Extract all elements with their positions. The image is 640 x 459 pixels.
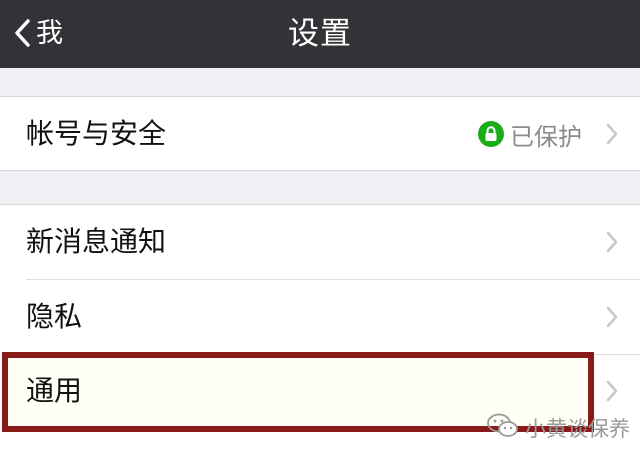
settings-item-privacy[interactable]: 隐私 [0, 280, 640, 354]
settings-item-label: 通用 [26, 374, 83, 407]
back-button[interactable]: 我 [14, 10, 63, 56]
chevron-right-icon [606, 380, 618, 406]
chevron-right-icon [606, 123, 618, 149]
protection-status: 已保护 [478, 97, 582, 171]
lock-icon [478, 121, 504, 147]
chevron-right-icon [606, 231, 618, 257]
page-title: 设置 [288, 16, 352, 52]
navigation-bar: 设置 我 [0, 0, 640, 68]
watermark: 小黄谈保养 [487, 408, 630, 448]
settings-item-label: 隐私 [26, 300, 83, 333]
settings-item-label: 新消息通知 [26, 225, 167, 258]
status-text: 已保护 [510, 122, 582, 151]
back-button-label: 我 [36, 17, 63, 49]
chevron-left-icon [14, 19, 30, 47]
account-security-cell[interactable]: 帐号与安全 已保护 [0, 97, 640, 171]
wechat-icon [487, 413, 519, 444]
settings-item-notifications[interactable]: 新消息通知 [0, 205, 640, 279]
account-security-label: 帐号与安全 [26, 117, 167, 150]
account-section: 帐号与安全 已保护 [0, 96, 640, 171]
chevron-right-icon [606, 306, 618, 332]
watermark-text: 小黄谈保养 [525, 417, 630, 441]
